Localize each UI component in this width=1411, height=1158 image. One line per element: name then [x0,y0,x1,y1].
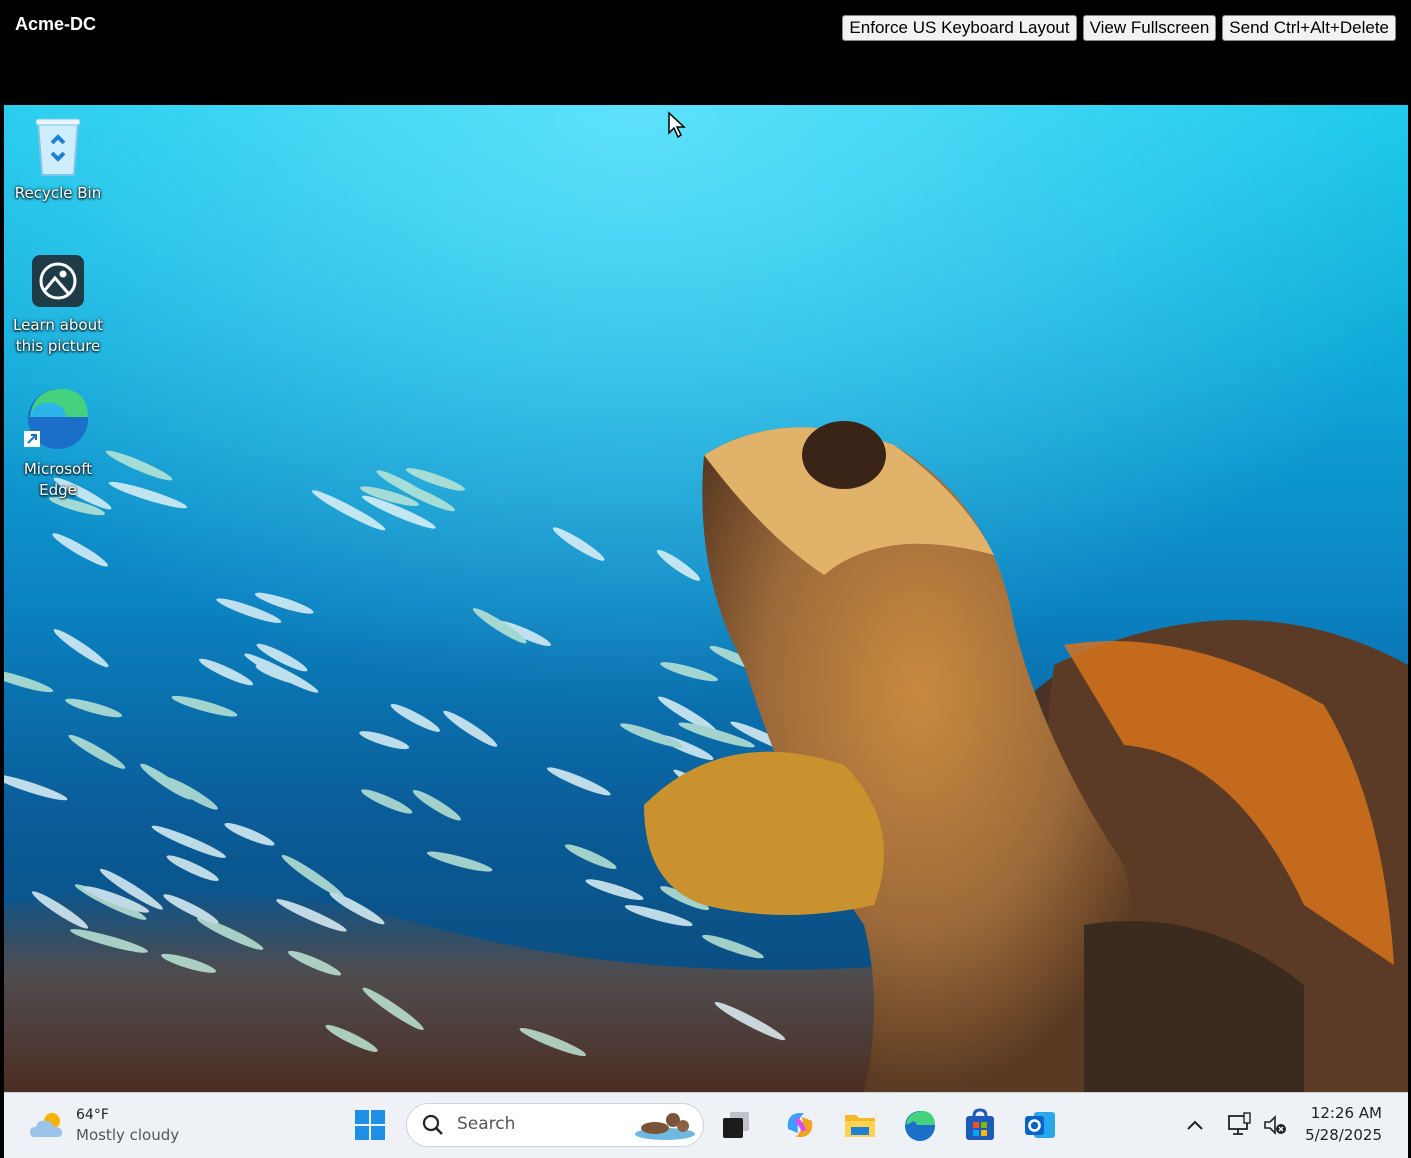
desktop-icon-label: Recycle Bin [14,184,102,202]
show-hidden-icons-chevron-icon[interactable] [1184,1107,1206,1143]
search-highlight-otters-icon [635,1113,695,1140]
search-placeholder: Search [457,1114,516,1134]
mouse-pointer-icon [668,111,686,139]
outlook-icon[interactable] [1022,1107,1058,1143]
volume-muted-icon[interactable] [1262,1107,1288,1143]
desktop-icon-learn-about-picture[interactable]: Learn about this picture [10,253,106,357]
edge-icon [24,388,88,449]
task-view-icon[interactable] [718,1107,754,1143]
store-icon[interactable] [962,1107,998,1143]
recycle-bin-icon [35,118,81,176]
cloudy-weather-icon [30,1113,62,1137]
start-icon[interactable] [352,1107,388,1143]
weather-widget[interactable]: 64°F Mostly cloudy [28,1105,179,1145]
desktop-wallpaper [4,105,1408,1092]
clock-time: 12:26 AM [1310,1104,1382,1122]
search-icon [422,1114,443,1135]
remote-session-header: Acme-DC Enforce US Keyboard Layout View … [0,0,1411,105]
enforce-us-keyboard-button[interactable]: Enforce US Keyboard Layout [842,15,1077,41]
taskbar: 64°F Mostly cloudy Search 12:26 AM 5/28/… [4,1092,1408,1158]
desktop-icon-label: Learn about this picture [13,316,103,355]
desktop-icon-recycle-bin[interactable]: Recycle Bin [10,115,106,204]
desktop[interactable]: Recycle Bin Learn about this picture Mic… [4,105,1408,1092]
view-fullscreen-button[interactable]: View Fullscreen [1082,15,1217,41]
file-explorer-icon[interactable] [842,1107,878,1143]
weather-condition: Mostly cloudy [76,1126,180,1144]
clock-date: 5/28/2025 [1305,1126,1382,1144]
copilot-icon[interactable] [782,1107,818,1143]
learn-about-picture-icon [32,255,84,307]
edge-icon[interactable] [902,1107,938,1143]
taskbar-search-box[interactable]: Search [406,1103,704,1147]
desktop-icon-microsoft-edge[interactable]: Microsoft Edge [10,381,106,501]
network-icon[interactable] [1226,1107,1252,1143]
desktop-icon-label: Microsoft Edge [23,460,93,499]
weather-temperature: 64°F [76,1107,109,1123]
system-clock[interactable]: 12:26 AM 5/28/2025 [1305,1102,1382,1146]
send-ctrl-alt-delete-button[interactable]: Send Ctrl+Alt+Delete [1222,15,1396,41]
session-toolbar: Enforce US Keyboard Layout View Fullscre… [842,15,1396,41]
session-title: Acme-DC [15,14,97,34]
